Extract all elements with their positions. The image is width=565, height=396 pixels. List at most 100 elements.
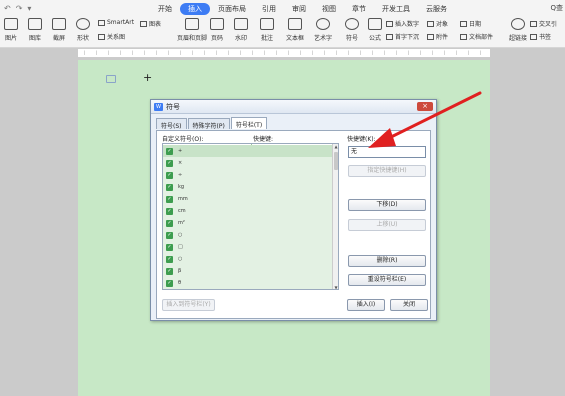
icons-button[interactable]: 图表 xyxy=(140,19,161,28)
list-item[interactable]: ✓ mm xyxy=(163,193,333,205)
list-item[interactable]: ✓ □ xyxy=(163,241,333,253)
shape-button[interactable]: 形状 xyxy=(76,18,90,42)
smartart-button[interactable]: SmartArt xyxy=(98,19,134,26)
watermark-icon xyxy=(234,18,248,30)
list-item[interactable]: ✓ ○ xyxy=(163,253,333,265)
close-icon[interactable]: × xyxy=(417,102,433,111)
drop-cap-icon xyxy=(386,33,393,40)
symbol-bar-panel: 自定义符号(O): 快捷键: 快捷键(K): ✓ + ✓ × ✓ ÷ ✓ kg ✓ mm … xyxy=(156,130,431,319)
insert-to-bar-button[interactable]: 插入到符号栏(Y) xyxy=(162,299,215,311)
undo-icon[interactable]: ↶ xyxy=(4,4,11,13)
scroll-down-icon[interactable]: ▼ xyxy=(333,285,338,289)
ruler-tick: | xyxy=(408,50,410,55)
tab-view[interactable]: 视图 xyxy=(314,3,344,15)
move-down-button[interactable]: 下移(D) xyxy=(348,199,426,211)
tab-start[interactable]: 开始 xyxy=(150,3,180,15)
symbol-list[interactable]: ✓ + ✓ × ✓ ÷ ✓ kg ✓ mm ✓ cm ✓ m² ✓ ○ ✓ □ ✓ ○ ✓ β ✓ θ … xyxy=(162,143,339,290)
art-text-button[interactable]: 艺术字 xyxy=(314,18,332,42)
relation-button[interactable]: 关系图 xyxy=(98,32,125,41)
tab-page-layout[interactable]: 页面布局 xyxy=(210,3,254,15)
chart-button[interactable]: 图库 xyxy=(28,18,42,42)
smartart-icon xyxy=(98,19,105,26)
insert-number-button[interactable]: 插入数字 xyxy=(386,19,419,28)
screenshot-button[interactable]: 截屏 xyxy=(52,18,66,42)
ruler-tick: | xyxy=(132,50,134,55)
textbox-button[interactable]: 文本框 xyxy=(286,18,304,42)
list-item[interactable]: ✓ kg xyxy=(163,181,333,193)
checkbox-checked-icon[interactable]: ✓ xyxy=(166,231,173,239)
tab-cloud[interactable]: 云服务 xyxy=(418,3,455,15)
attachment-button[interactable]: 附件 xyxy=(427,32,448,41)
checkbox-checked-icon[interactable]: ✓ xyxy=(166,267,173,275)
ruler-tick: | xyxy=(288,50,290,55)
hotkey-input[interactable]: 无 xyxy=(348,146,426,158)
tab-chapter[interactable]: 章节 xyxy=(344,3,374,15)
checkbox-checked-icon[interactable]: ✓ xyxy=(166,279,173,287)
close-button[interactable]: 关闭 xyxy=(390,299,428,311)
ruler-tick: | xyxy=(144,50,146,55)
list-item[interactable]: ✓ × xyxy=(163,157,333,169)
ribbon: ↶ ↷ ▾ 开始 插入 页面布局 引用 审阅 视图 章节 开发工具 云服务 Q查… xyxy=(0,0,565,48)
reset-symbol-bar-button[interactable]: 重设符号栏(E) xyxy=(348,274,426,286)
tab-insert[interactable]: 插入 xyxy=(180,3,210,15)
picture-button[interactable]: 图片 xyxy=(4,18,18,42)
list-item[interactable]: ✓ + xyxy=(163,145,333,157)
dialog-title: 符号 xyxy=(166,102,180,111)
ruler-tick: | xyxy=(252,50,254,55)
hyperlink-button[interactable]: 超链接 xyxy=(509,18,527,42)
list-scrollbar[interactable]: ▲ ▼ xyxy=(332,144,338,289)
tab-special-chars[interactable]: 特殊字符(P) xyxy=(187,118,230,130)
symbol-button[interactable]: 符号 xyxy=(345,18,359,42)
list-item[interactable]: ✓ cm xyxy=(163,205,333,217)
checkbox-checked-icon[interactable]: ✓ xyxy=(166,147,173,155)
bookmark-button[interactable]: 书签 xyxy=(530,32,551,41)
doc-parts-button[interactable]: 文档部件 xyxy=(460,32,493,41)
checkbox-checked-icon[interactable]: ✓ xyxy=(166,195,173,203)
checkbox-checked-icon[interactable]: ✓ xyxy=(166,219,173,227)
checkbox-checked-icon[interactable]: ✓ xyxy=(166,255,173,263)
assign-hotkey-button[interactable]: 指定快捷键(H) xyxy=(348,165,426,177)
watermark-button[interactable]: 水印 xyxy=(234,18,248,42)
list-item[interactable]: ✓ m² xyxy=(163,217,333,229)
tab-references[interactable]: 引用 xyxy=(254,3,284,15)
checkbox-checked-icon[interactable]: ✓ xyxy=(166,183,173,191)
search-button[interactable]: Q查 xyxy=(550,3,563,13)
checkbox-checked-icon[interactable]: ✓ xyxy=(166,243,173,251)
checkbox-checked-icon[interactable]: ✓ xyxy=(166,207,173,215)
drop-cap-button[interactable]: 首字下沉 xyxy=(386,32,419,41)
tab-symbols[interactable]: 符号(S) xyxy=(156,118,187,130)
paragraph-layout-icon[interactable] xyxy=(106,75,116,83)
ruler-tick: | xyxy=(84,50,86,55)
comment-button[interactable]: 批注 xyxy=(260,18,274,42)
custom-symbol-header: 自定义符号(O): xyxy=(162,136,204,143)
list-item[interactable]: ✓ ÷ xyxy=(163,169,333,181)
insert-button[interactable]: 插入(I) xyxy=(347,299,385,311)
page-number-button[interactable]: 页码 xyxy=(210,18,224,42)
formula-button[interactable]: 公式 xyxy=(368,18,382,42)
object-button[interactable]: 对象 xyxy=(427,19,448,28)
ruler-tick: | xyxy=(96,50,98,55)
checkbox-checked-icon[interactable]: ✓ xyxy=(166,171,173,179)
list-item[interactable]: ✓ β xyxy=(163,265,333,277)
dropdown-icon[interactable]: ▾ xyxy=(27,4,31,13)
tab-review[interactable]: 审阅 xyxy=(284,3,314,15)
list-item[interactable]: ✓ ○ xyxy=(163,229,333,241)
scroll-thumb[interactable] xyxy=(334,152,338,170)
delete-button[interactable]: 删除(R) xyxy=(348,255,426,267)
move-up-button[interactable]: 上移(U) xyxy=(348,219,426,231)
ruler-tick: | xyxy=(348,50,350,55)
scroll-up-icon[interactable]: ▲ xyxy=(333,144,338,150)
horizontal-ruler[interactable]: | | | | | | | | | | | | | | | | | | | | | | | | | | | | | | | | | | xyxy=(78,49,490,58)
ruler-tick: | xyxy=(456,50,458,55)
header-footer-button[interactable]: 页眉和页脚 xyxy=(177,18,207,42)
date-button[interactable]: 日期 xyxy=(460,19,481,28)
list-item[interactable]: ✓ θ xyxy=(163,277,333,289)
omega-icon xyxy=(345,18,359,30)
checkbox-checked-icon[interactable]: ✓ xyxy=(166,159,173,167)
tab-developer[interactable]: 开发工具 xyxy=(374,3,418,15)
cross-ref-button[interactable]: 交叉引 xyxy=(530,19,557,28)
chart-icon xyxy=(28,18,42,30)
dialog-title-bar[interactable]: W 符号 xyxy=(151,100,436,114)
redo-icon[interactable]: ↷ xyxy=(16,4,23,13)
tab-symbol-bar[interactable]: 符号栏(T) xyxy=(230,117,268,129)
